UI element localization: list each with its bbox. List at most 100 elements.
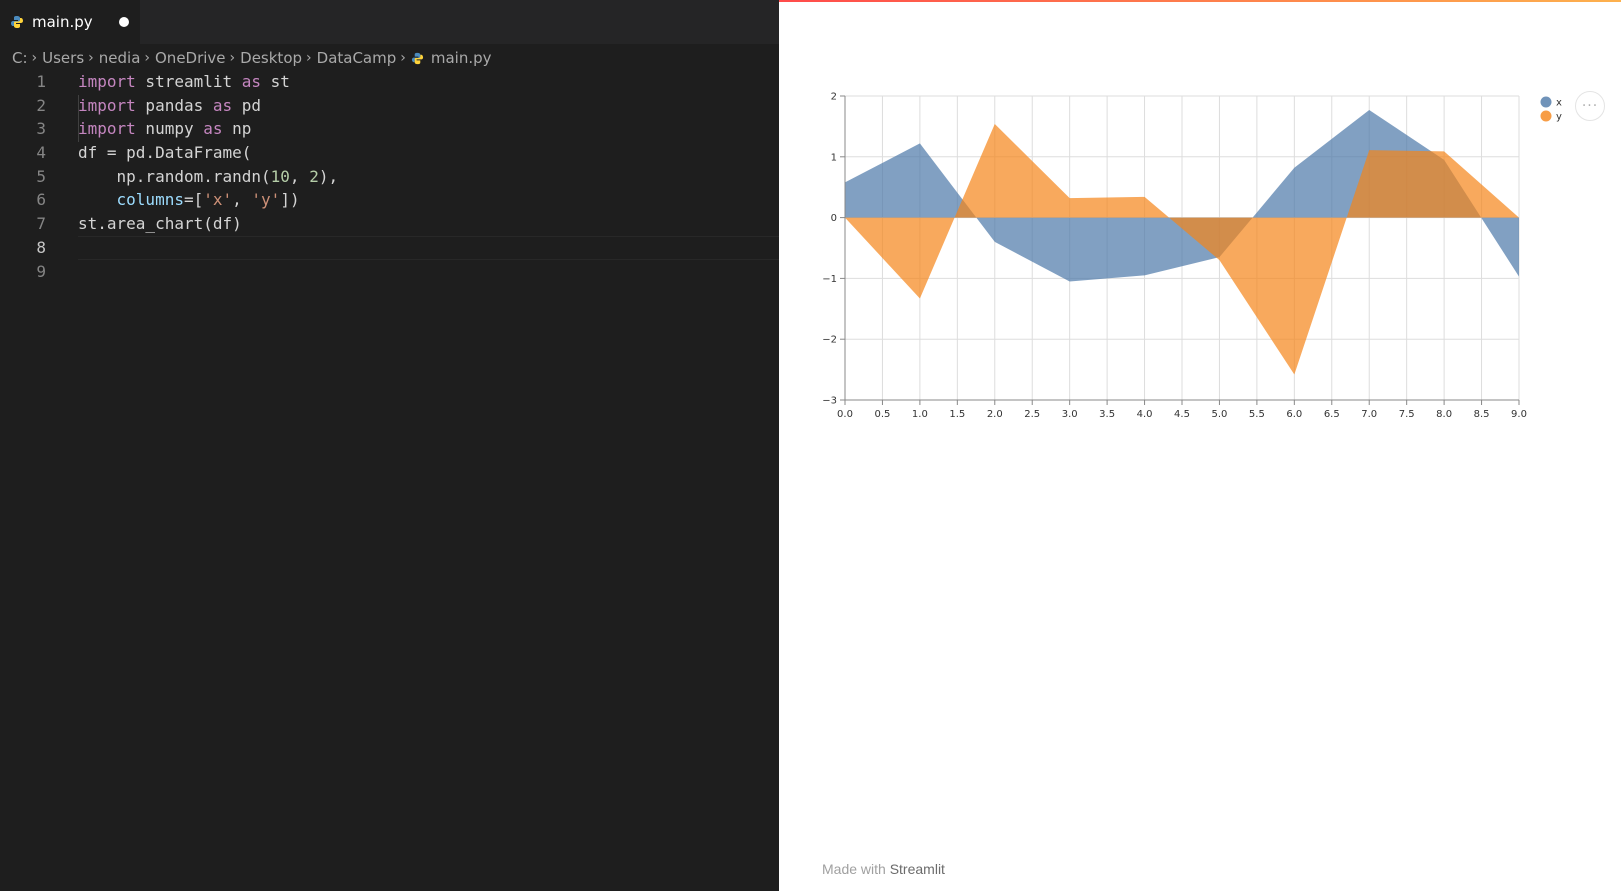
x-tick-label: 0.0	[837, 409, 853, 420]
x-tick-label: 1.0	[912, 409, 928, 420]
x-tick-label: 4.0	[1137, 409, 1153, 420]
code-token: numpy	[135, 119, 204, 139]
y-tick-label: −1	[822, 274, 837, 285]
code-line[interactable]: 5 np.random.randn(10, 2),	[0, 165, 779, 189]
line-number: 1	[36, 72, 46, 91]
x-tick-label: 7.0	[1361, 409, 1377, 420]
unsaved-changes-dot[interactable]	[119, 17, 129, 27]
line-content: df = pd.DataFrame(	[78, 141, 251, 165]
breadcrumb-item[interactable]: Users	[42, 49, 84, 67]
code-token: df = pd.DataFrame(	[78, 143, 252, 163]
x-tick-label: 5.5	[1249, 409, 1265, 420]
code-line[interactable]: 4 df = pd.DataFrame(	[0, 141, 779, 165]
breadcrumb: C: › Users › nedia › OneDrive › Desktop › DataCamp…	[12, 46, 492, 70]
line-content: import pandas as pd	[78, 94, 261, 118]
code-token: import	[78, 119, 136, 139]
breadcrumb-item[interactable]: main.py	[431, 49, 492, 67]
current-line-highlight	[78, 235, 779, 260]
legend-label-x: x	[1556, 98, 1562, 109]
code-token: ),	[318, 166, 339, 186]
streamlit-app: 0.0 0.5 1.0 1.5 2.0 2.5 3.0 3.5 4.0 4.5 5.0 5.5 6.0 6…	[779, 0, 1621, 891]
code-token: np	[222, 119, 252, 139]
y-tick-label: −2	[822, 335, 837, 346]
legend-swatch-x	[1540, 96, 1552, 108]
code-token: columns	[116, 190, 184, 210]
footer-prefix: Made with	[822, 861, 890, 877]
x-tick-label: 0.5	[874, 409, 890, 420]
x-tick-label: 2.0	[987, 409, 1003, 420]
breadcrumb-item[interactable]: Desktop	[240, 49, 302, 67]
code-line[interactable]: 8	[0, 235, 779, 260]
x-tick-label: 6.5	[1324, 409, 1340, 420]
python-file-icon	[10, 15, 24, 29]
streamlit-link[interactable]: Streamlit	[890, 861, 945, 877]
area-chart[interactable]: 0.0 0.5 1.0 1.5 2.0 2.5 3.0 3.5 4.0 4.5 5.0 5.5 6.0 6…	[779, 0, 1621, 440]
chevron-right-icon: ›	[88, 50, 94, 66]
chevron-right-icon: ›	[400, 50, 406, 66]
code-area[interactable]: 1 import streamlit as st 2 import pandas as…	[0, 70, 779, 283]
code-line[interactable]: 3 import numpy as np	[0, 117, 779, 141]
line-number: 2	[36, 95, 46, 115]
x-tick-label: 7.5	[1399, 409, 1415, 420]
code-token: 'x'	[203, 190, 233, 210]
editor-tab-bar: main.py	[0, 0, 779, 44]
code-token: import	[78, 95, 136, 115]
chevron-right-icon: ›	[306, 50, 312, 66]
line-number: 9	[36, 261, 46, 281]
code-token: ,	[232, 190, 252, 210]
code-editor[interactable]: main.py C: › Users › nedia › OneDrive › Desktop ›…	[0, 0, 779, 891]
x-tick-label: 2.5	[1024, 409, 1040, 420]
code-token: pd	[232, 95, 262, 115]
breadcrumb-item[interactable]: nedia	[99, 49, 141, 67]
line-content: np.random.randn(10, 2),	[78, 165, 339, 189]
code-token: np.random.randn(	[78, 166, 271, 186]
code-token: ])	[280, 190, 300, 210]
legend-label-y: y	[1556, 112, 1562, 123]
legend-swatch-y	[1540, 110, 1552, 122]
y-tick-label: 2	[831, 92, 837, 103]
more-options-icon: ···	[1581, 98, 1599, 114]
code-token: 2	[309, 166, 319, 186]
code-line[interactable]: 6 columns=['x', 'y'])	[0, 188, 779, 212]
chart-menu-button[interactable]: ···	[1575, 91, 1605, 121]
line-number: 6	[36, 190, 46, 210]
y-tick-label: 1	[831, 152, 837, 163]
code-token: 'y'	[251, 190, 281, 210]
y-tick-label: 0	[831, 213, 837, 224]
code-token: streamlit	[135, 72, 242, 91]
code-token: st.area_chart(df)	[78, 214, 242, 234]
x-tick-label: 5.0	[1211, 409, 1227, 420]
chevron-right-icon: ›	[144, 50, 150, 66]
breadcrumb-item[interactable]: DataCamp	[317, 49, 397, 67]
line-number: 8	[36, 237, 46, 257]
code-token: as	[241, 72, 262, 91]
code-token: ,	[289, 166, 310, 186]
footer: Made with Streamlit	[822, 861, 945, 877]
x-tick-label: 8.5	[1474, 409, 1490, 420]
breadcrumb-item[interactable]: C:	[12, 49, 28, 67]
line-number: 7	[36, 214, 46, 234]
x-tick-label: 1.5	[949, 409, 965, 420]
code-token: as	[203, 119, 223, 139]
tab-filename: main.py	[32, 13, 93, 31]
x-tick-label: 3.0	[1062, 409, 1078, 420]
x-tick-label: 8.0	[1436, 409, 1452, 420]
code-line[interactable]: 7 st.area_chart(df)	[0, 212, 779, 236]
code-line[interactable]: 1 import streamlit as st	[0, 70, 779, 94]
python-file-icon	[411, 52, 424, 65]
line-content: import streamlit as st	[78, 70, 290, 94]
x-tick-label: 3.5	[1099, 409, 1115, 420]
y-tick-label: −3	[822, 396, 837, 407]
breadcrumb-item[interactable]: OneDrive	[155, 49, 226, 67]
line-number: 3	[36, 119, 46, 139]
line-number: 4	[36, 143, 46, 163]
code-token: pandas	[135, 95, 213, 115]
line-content: st.area_chart(df)	[78, 212, 242, 236]
line-content: import numpy as np	[78, 117, 251, 141]
code-line[interactable]: 9	[0, 260, 779, 284]
code-token: st	[261, 72, 290, 91]
code-line[interactable]: 2 import pandas as pd	[0, 94, 779, 118]
code-token: as	[212, 95, 233, 115]
line-number: 5	[36, 166, 46, 186]
